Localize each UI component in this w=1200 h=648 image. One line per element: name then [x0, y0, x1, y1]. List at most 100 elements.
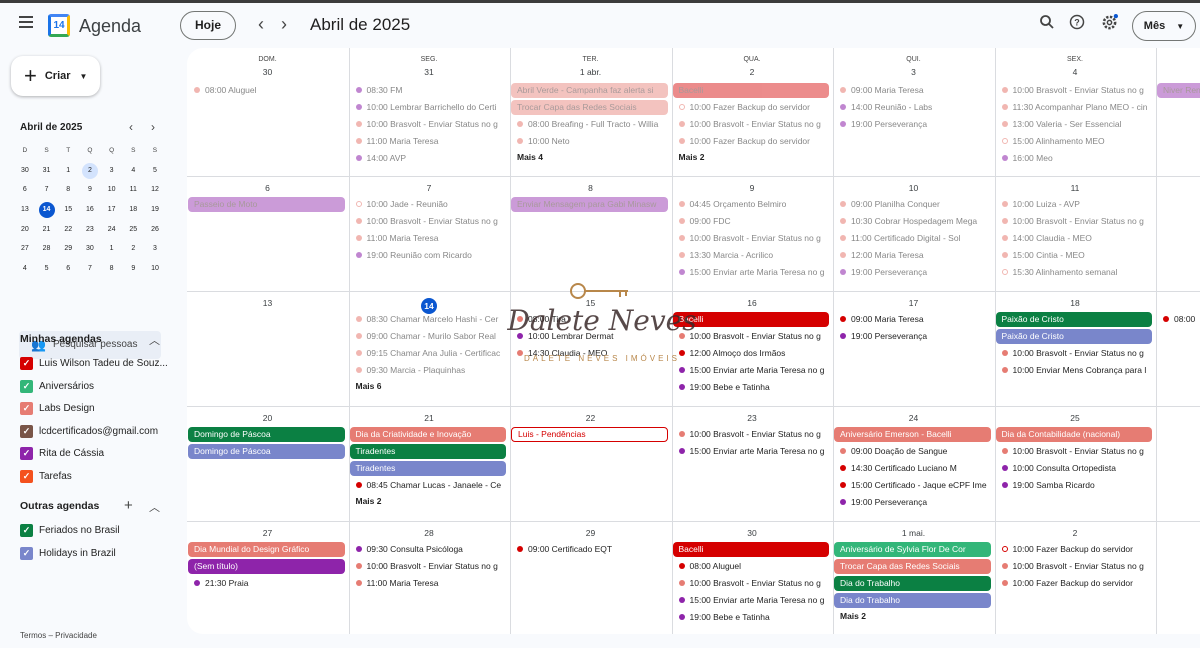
- mini-day[interactable]: 31: [36, 161, 58, 181]
- create-button[interactable]: + Criar ▼: [11, 56, 100, 96]
- mini-day[interactable]: 7: [79, 259, 101, 279]
- mini-day[interactable]: 25: [122, 220, 144, 240]
- calendar-item[interactable]: ✓ lcdcertificados@gmail.com: [20, 424, 158, 441]
- checkbox-icon[interactable]: ✓: [20, 357, 33, 370]
- mini-day[interactable]: 21: [36, 220, 58, 240]
- help-icon[interactable]: ?: [1066, 14, 1088, 36]
- checkbox-icon[interactable]: ✓: [20, 546, 33, 560]
- allday-event[interactable]: Dia do Trabalho: [834, 593, 991, 608]
- timed-event[interactable]: 09:00 FDC: [673, 214, 831, 229]
- mini-day[interactable]: 8: [57, 180, 79, 200]
- allday-event[interactable]: Bacelli: [672, 83, 829, 98]
- mini-day[interactable]: 6: [14, 180, 36, 200]
- timed-event[interactable]: 13:30 Marcia - Acrilico: [673, 248, 831, 263]
- allday-event[interactable]: Enviar Mensagem para Gabi Minasw: [511, 197, 668, 212]
- mini-day[interactable]: 16: [79, 200, 101, 220]
- timed-event[interactable]: 10:00 Brasvolt - Enviar Status no g: [673, 576, 831, 591]
- timed-event[interactable]: 11:00 Certificado Digital - Sol: [834, 231, 992, 246]
- allday-event[interactable]: Dia da Contabilidade (nacional): [995, 427, 1152, 442]
- day-number[interactable]: 15: [510, 298, 671, 308]
- timed-event[interactable]: 15:00 Alinhamento MEO: [996, 134, 1154, 149]
- allday-event[interactable]: Tiradentes: [349, 461, 506, 476]
- timed-event[interactable]: 10:00 Lembrar Dermat: [511, 329, 669, 344]
- timed-event[interactable]: 14:30 Certificado Luciano M: [834, 461, 992, 476]
- day-number[interactable]: 3: [833, 67, 994, 77]
- day-number[interactable]: 8: [510, 183, 671, 193]
- mini-day[interactable]: 10: [144, 259, 166, 279]
- timed-event[interactable]: 19:00 Reunião com Ricardo: [350, 248, 508, 263]
- timed-event[interactable]: 09:15 Chamar Ana Julia - Certificac: [350, 346, 508, 361]
- mini-day[interactable]: 29: [57, 239, 79, 259]
- timed-event[interactable]: 14:00 Reunião - Labs: [834, 100, 992, 115]
- allday-event[interactable]: Aniversário de Sylvia Flor De Cor: [834, 542, 991, 557]
- timed-event[interactable]: 19:00 Perseverança: [834, 495, 992, 510]
- mini-prev-icon[interactable]: ‹: [129, 120, 133, 134]
- more-events-link[interactable]: Mais 4: [511, 152, 543, 162]
- timed-event[interactable]: 04:45 Orçamento Belmiro: [673, 197, 831, 212]
- mini-day[interactable]: 3: [144, 239, 166, 259]
- timed-event[interactable]: 10:00 Fazer Backup do servidor: [673, 100, 831, 115]
- timed-event[interactable]: 13:00 Valeria - Ser Essencial: [996, 117, 1154, 132]
- search-icon[interactable]: [1036, 14, 1058, 36]
- allday-event[interactable]: Passeio de Moto: [188, 197, 345, 212]
- calendar-item[interactable]: ✓ Rita de Cássia: [20, 447, 104, 463]
- checkbox-icon[interactable]: ✓: [20, 402, 33, 416]
- mini-next-icon[interactable]: ›: [151, 120, 155, 134]
- timed-event[interactable]: 10:00 Brasvolt - Enviar Status no g: [673, 231, 831, 246]
- timed-event[interactable]: 08:00 Breafing - Full Tracto - Willia: [511, 117, 669, 132]
- timed-event[interactable]: 12:00 Maria Teresa: [834, 248, 992, 263]
- checkbox-icon[interactable]: ✓: [20, 524, 33, 537]
- day-number[interactable]: 23: [672, 413, 833, 423]
- mini-day[interactable]: 6: [57, 259, 79, 279]
- checkbox-icon[interactable]: ✓: [20, 379, 33, 393]
- allday-event[interactable]: Domingo de Páscoa: [188, 427, 345, 442]
- mini-day[interactable]: 2: [122, 239, 144, 259]
- checkbox-icon[interactable]: ✓: [20, 424, 33, 438]
- collapse-icon[interactable]: ︿: [149, 332, 160, 348]
- timed-event[interactable]: 09:00 Certificado EQT: [511, 542, 669, 557]
- timed-event[interactable]: 10:00 Brasvolt - Enviar Status no g: [673, 117, 831, 132]
- day-number[interactable]: 2: [995, 528, 1156, 538]
- day-number[interactable]: 31: [349, 67, 510, 77]
- mini-day[interactable]: 10: [101, 180, 123, 200]
- day-number[interactable]: 10: [833, 183, 994, 193]
- timed-event[interactable]: 08:00: [1157, 312, 1200, 327]
- mini-day[interactable]: 12: [144, 180, 166, 200]
- gear-icon[interactable]: [1098, 14, 1120, 36]
- collapse-other-icon[interactable]: ︿: [149, 499, 160, 515]
- next-month-icon[interactable]: ›: [273, 13, 295, 35]
- mini-day[interactable]: 28: [36, 239, 58, 259]
- timed-event[interactable]: 10:00 Brasvolt - Enviar Status no g: [996, 83, 1154, 98]
- allday-event[interactable]: (Sem título): [188, 559, 345, 574]
- timed-event[interactable]: 11:00 Maria Teresa: [350, 576, 508, 591]
- timed-event[interactable]: 10:00 Fazer Backup do servidor: [673, 134, 831, 149]
- mini-day[interactable]: 14: [36, 200, 58, 220]
- menu-icon[interactable]: [14, 13, 38, 37]
- timed-event[interactable]: 16:00 Meo: [996, 151, 1154, 166]
- day-number[interactable]: 9: [672, 183, 833, 193]
- timed-event[interactable]: 15:00 Enviar arte Maria Teresa no g: [673, 363, 831, 378]
- timed-event[interactable]: 10:00 Luiza - AVP: [996, 197, 1154, 212]
- timed-event[interactable]: 19:00 Bebe e Tatinha: [673, 380, 831, 395]
- timed-event[interactable]: 11:00 Maria Teresa: [350, 231, 508, 246]
- allday-event[interactable]: Dia do Trabalho: [834, 576, 991, 591]
- calendar-item[interactable]: ✓ Feriados no Brasil: [20, 524, 120, 540]
- timed-event[interactable]: 11:30 Acompanhar Plano MEO - cin: [996, 100, 1154, 115]
- timed-event[interactable]: 10:00 Brasvolt - Enviar Status no g: [996, 559, 1154, 574]
- day-number[interactable]: 20: [187, 413, 348, 423]
- mini-day[interactable]: 23: [79, 220, 101, 240]
- allday-event[interactable]: Luis - Pendências: [511, 427, 668, 442]
- mini-day[interactable]: 30: [79, 239, 101, 259]
- calendar-item[interactable]: ✓ Labs Design: [20, 402, 95, 418]
- timed-event[interactable]: 15:30 Alinhamento semanal: [996, 265, 1154, 280]
- timed-event[interactable]: 09:30 Consulta Psicóloga: [350, 542, 508, 557]
- day-number[interactable]: 6: [187, 183, 348, 193]
- timed-event[interactable]: 09:00 Maria Teresa: [834, 312, 992, 327]
- timed-event[interactable]: 10:00 Enviar Mens Cobrança para l: [996, 363, 1154, 378]
- allday-event[interactable]: Bacelli: [672, 312, 829, 327]
- allday-event[interactable]: Bacelli: [672, 542, 829, 557]
- checkbox-icon[interactable]: ✓: [20, 447, 33, 461]
- timed-event[interactable]: 10:00 Brasvolt - Enviar Status no g: [996, 214, 1154, 229]
- timed-event[interactable]: 10:00 Brasvolt - Enviar Status no g: [996, 444, 1154, 459]
- timed-event[interactable]: 14:00 AVP: [350, 151, 508, 166]
